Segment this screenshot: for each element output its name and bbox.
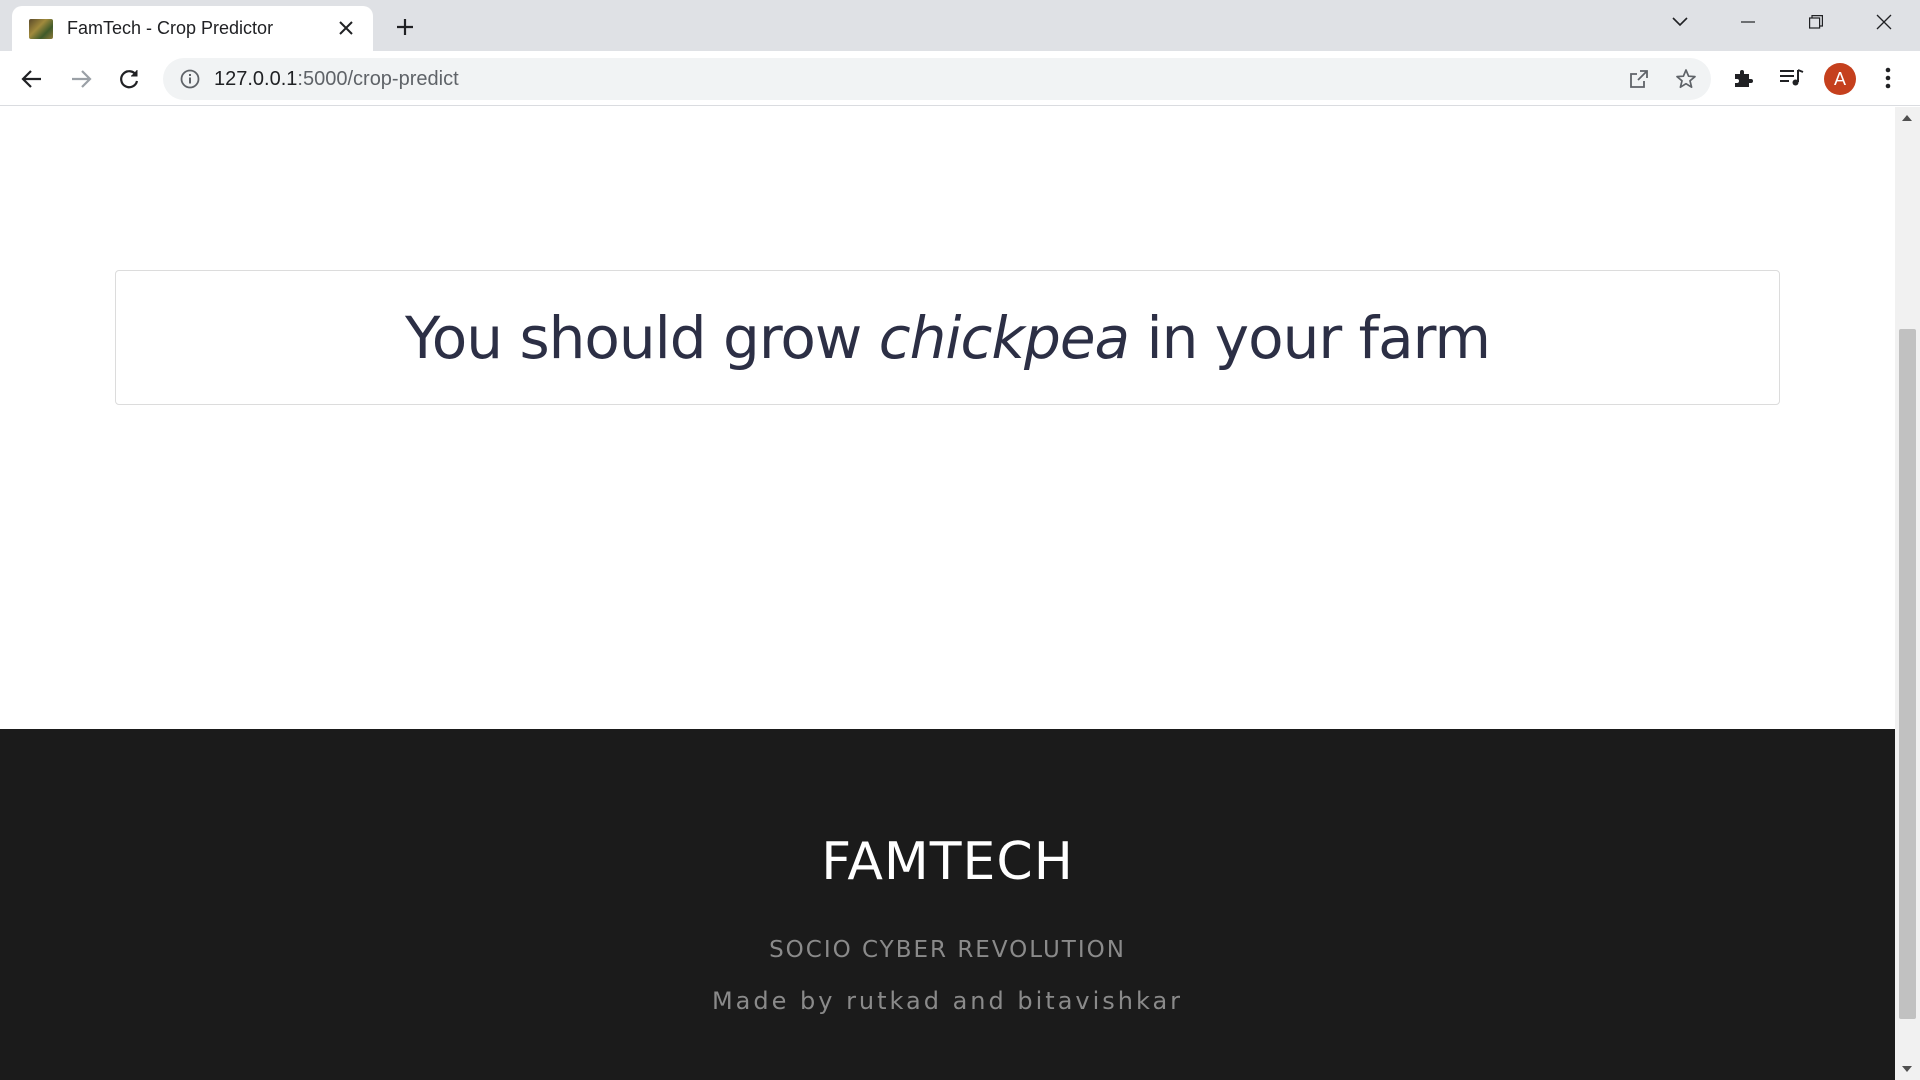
page-viewport: You should grow chickpea in your farm FA… (0, 107, 1895, 1080)
new-tab-button[interactable] (390, 12, 420, 42)
footer-brand: FAMTECH (821, 832, 1074, 892)
scrollbar-thumb[interactable] (1899, 329, 1916, 1019)
profile-avatar[interactable]: A (1824, 63, 1856, 95)
footer-credit: Made by rutkad and bitavishkar (711, 987, 1184, 1015)
bookmark-star-icon[interactable] (1674, 67, 1698, 91)
back-button[interactable] (13, 60, 51, 98)
browser-menu-icon[interactable] (1873, 63, 1903, 93)
media-queue-icon[interactable] (1776, 63, 1806, 93)
favicon-icon (29, 18, 53, 39)
close-tab-icon[interactable] (335, 17, 357, 39)
result-prefix: You should grow (405, 303, 879, 372)
url-text[interactable]: 127.0.0.1:5000/crop-predict (214, 68, 459, 91)
close-window-button[interactable] (1854, 0, 1914, 44)
scroll-up-arrow-icon[interactable] (1902, 115, 1912, 121)
minimize-button[interactable] (1718, 0, 1778, 44)
prediction-result-text: You should grow chickpea in your farm (405, 303, 1491, 372)
tab-strip: FamTech - Crop Predictor (0, 0, 1920, 51)
footer-tagline: SOCIO CYBER REVOLUTION (769, 937, 1126, 963)
browser-tab[interactable]: FamTech - Crop Predictor (12, 6, 373, 51)
address-bar[interactable]: 127.0.0.1:5000/crop-predict (163, 58, 1711, 100)
page-scrollbar[interactable] (1895, 107, 1920, 1080)
forward-button[interactable] (62, 60, 100, 98)
tab-title: FamTech - Crop Predictor (67, 18, 274, 38)
prediction-result-card: You should grow chickpea in your farm (115, 270, 1780, 405)
url-path: :5000/crop-predict (297, 68, 459, 90)
page-footer: FAMTECH SOCIO CYBER REVOLUTION Made by r… (0, 729, 1895, 1080)
restore-button[interactable] (1786, 0, 1846, 44)
reload-button[interactable] (110, 60, 148, 98)
url-host: 127.0.0.1 (214, 68, 298, 90)
scroll-down-arrow-icon[interactable] (1902, 1066, 1912, 1072)
tab-search-button[interactable] (1650, 0, 1710, 44)
predicted-crop: chickpea (878, 303, 1130, 372)
share-icon[interactable] (1627, 67, 1651, 91)
site-info-icon[interactable] (179, 68, 201, 90)
result-suffix: in your farm (1129, 303, 1490, 372)
extensions-puzzle-icon[interactable] (1728, 63, 1758, 93)
